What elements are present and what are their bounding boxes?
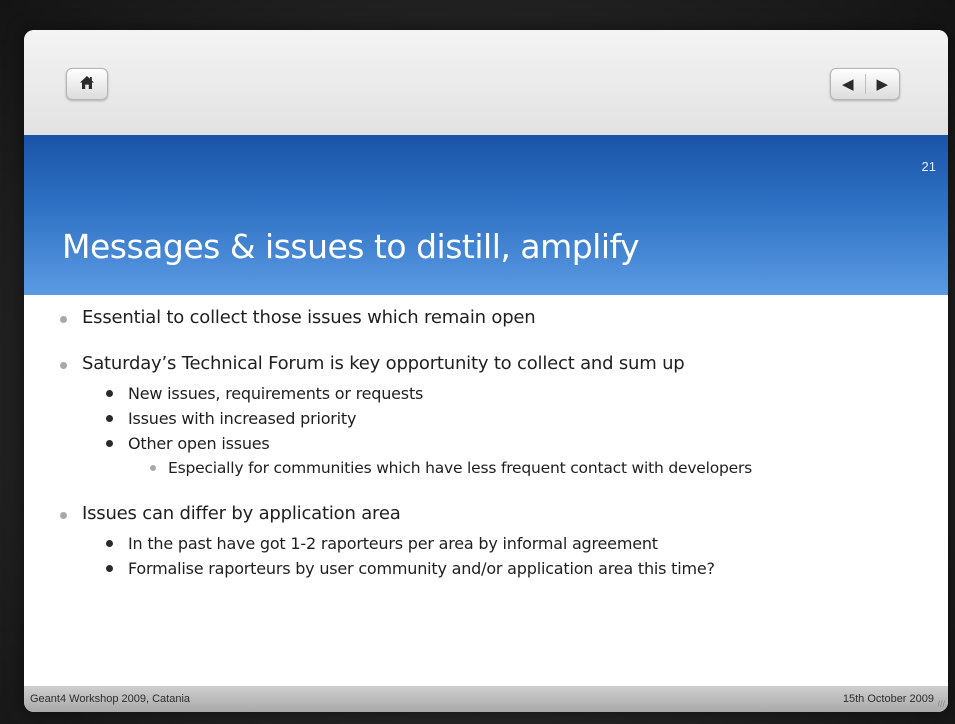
triangle-right-icon: ▶ — [876, 75, 888, 93]
sub-bullet-item: Issues with increased priority — [100, 406, 936, 431]
sub-bullet-item: Other open issues Especially for communi… — [100, 431, 936, 480]
sub-sub-bullet-item: Especially for communities which have le… — [146, 456, 936, 480]
triangle-left-icon: ◀ — [841, 75, 854, 93]
slide-number: 21 — [921, 159, 936, 174]
home-icon — [79, 75, 95, 94]
slide-navigation-buttons: ◀ ▶ — [830, 68, 900, 100]
next-slide-button[interactable]: ▶ — [865, 69, 899, 99]
sub-bullet-text: In the past have got 1-2 raporteurs per … — [128, 534, 658, 553]
bullet-text: Issues can differ by application area — [82, 503, 401, 524]
bullet-text: Essential to collect those issues which … — [82, 307, 536, 328]
sub-sub-bullet-list: Especially for communities which have le… — [128, 456, 936, 480]
sub-bullet-item: New issues, requirements or requests — [100, 381, 936, 406]
slide-title: Messages & issues to distill, amplify — [62, 227, 640, 266]
slide: ◀ ▶ 21 Messages & issues to distill, amp… — [24, 30, 948, 712]
slide-header: 21 Messages & issues to distill, amplify — [24, 135, 948, 295]
bullet-item: Essential to collect those issues which … — [56, 306, 936, 330]
bullet-text: Saturday’s Technical Forum is key opport… — [82, 353, 685, 374]
sub-bullet-list: New issues, requirements or requests Iss… — [82, 381, 936, 480]
navigation-bar: ◀ ▶ — [24, 30, 948, 136]
footer-date-text: 15th October 2009 — [842, 693, 934, 705]
sub-bullet-item: Formalise raporteurs by user community a… — [100, 556, 936, 581]
bullet-item: Saturday’s Technical Forum is key opport… — [56, 352, 936, 480]
sub-bullet-list: In the past have got 1-2 raporteurs per … — [82, 531, 936, 581]
sub-bullet-text: Issues with increased priority — [128, 409, 357, 428]
slide-footer: Geant4 Workshop 2009, Catania 15th Octob… — [24, 686, 948, 712]
sub-bullet-text: Formalise raporteurs by user community a… — [128, 559, 715, 578]
bullet-item: Issues can differ by application area In… — [56, 502, 936, 581]
home-button[interactable] — [66, 68, 108, 100]
resize-grip-icon[interactable]: /// — [937, 699, 945, 709]
sub-bullet-text: Other open issues — [128, 434, 270, 453]
previous-slide-button[interactable]: ◀ — [831, 69, 865, 99]
sub-sub-bullet-text: Especially for communities which have le… — [168, 459, 753, 477]
slide-content: Essential to collect those issues which … — [56, 306, 936, 581]
sub-bullet-item: In the past have got 1-2 raporteurs per … — [100, 531, 936, 556]
footer-event-text: Geant4 Workshop 2009, Catania — [30, 693, 191, 705]
bullet-list: Essential to collect those issues which … — [56, 306, 936, 581]
sub-bullet-text: New issues, requirements or requests — [128, 384, 424, 403]
